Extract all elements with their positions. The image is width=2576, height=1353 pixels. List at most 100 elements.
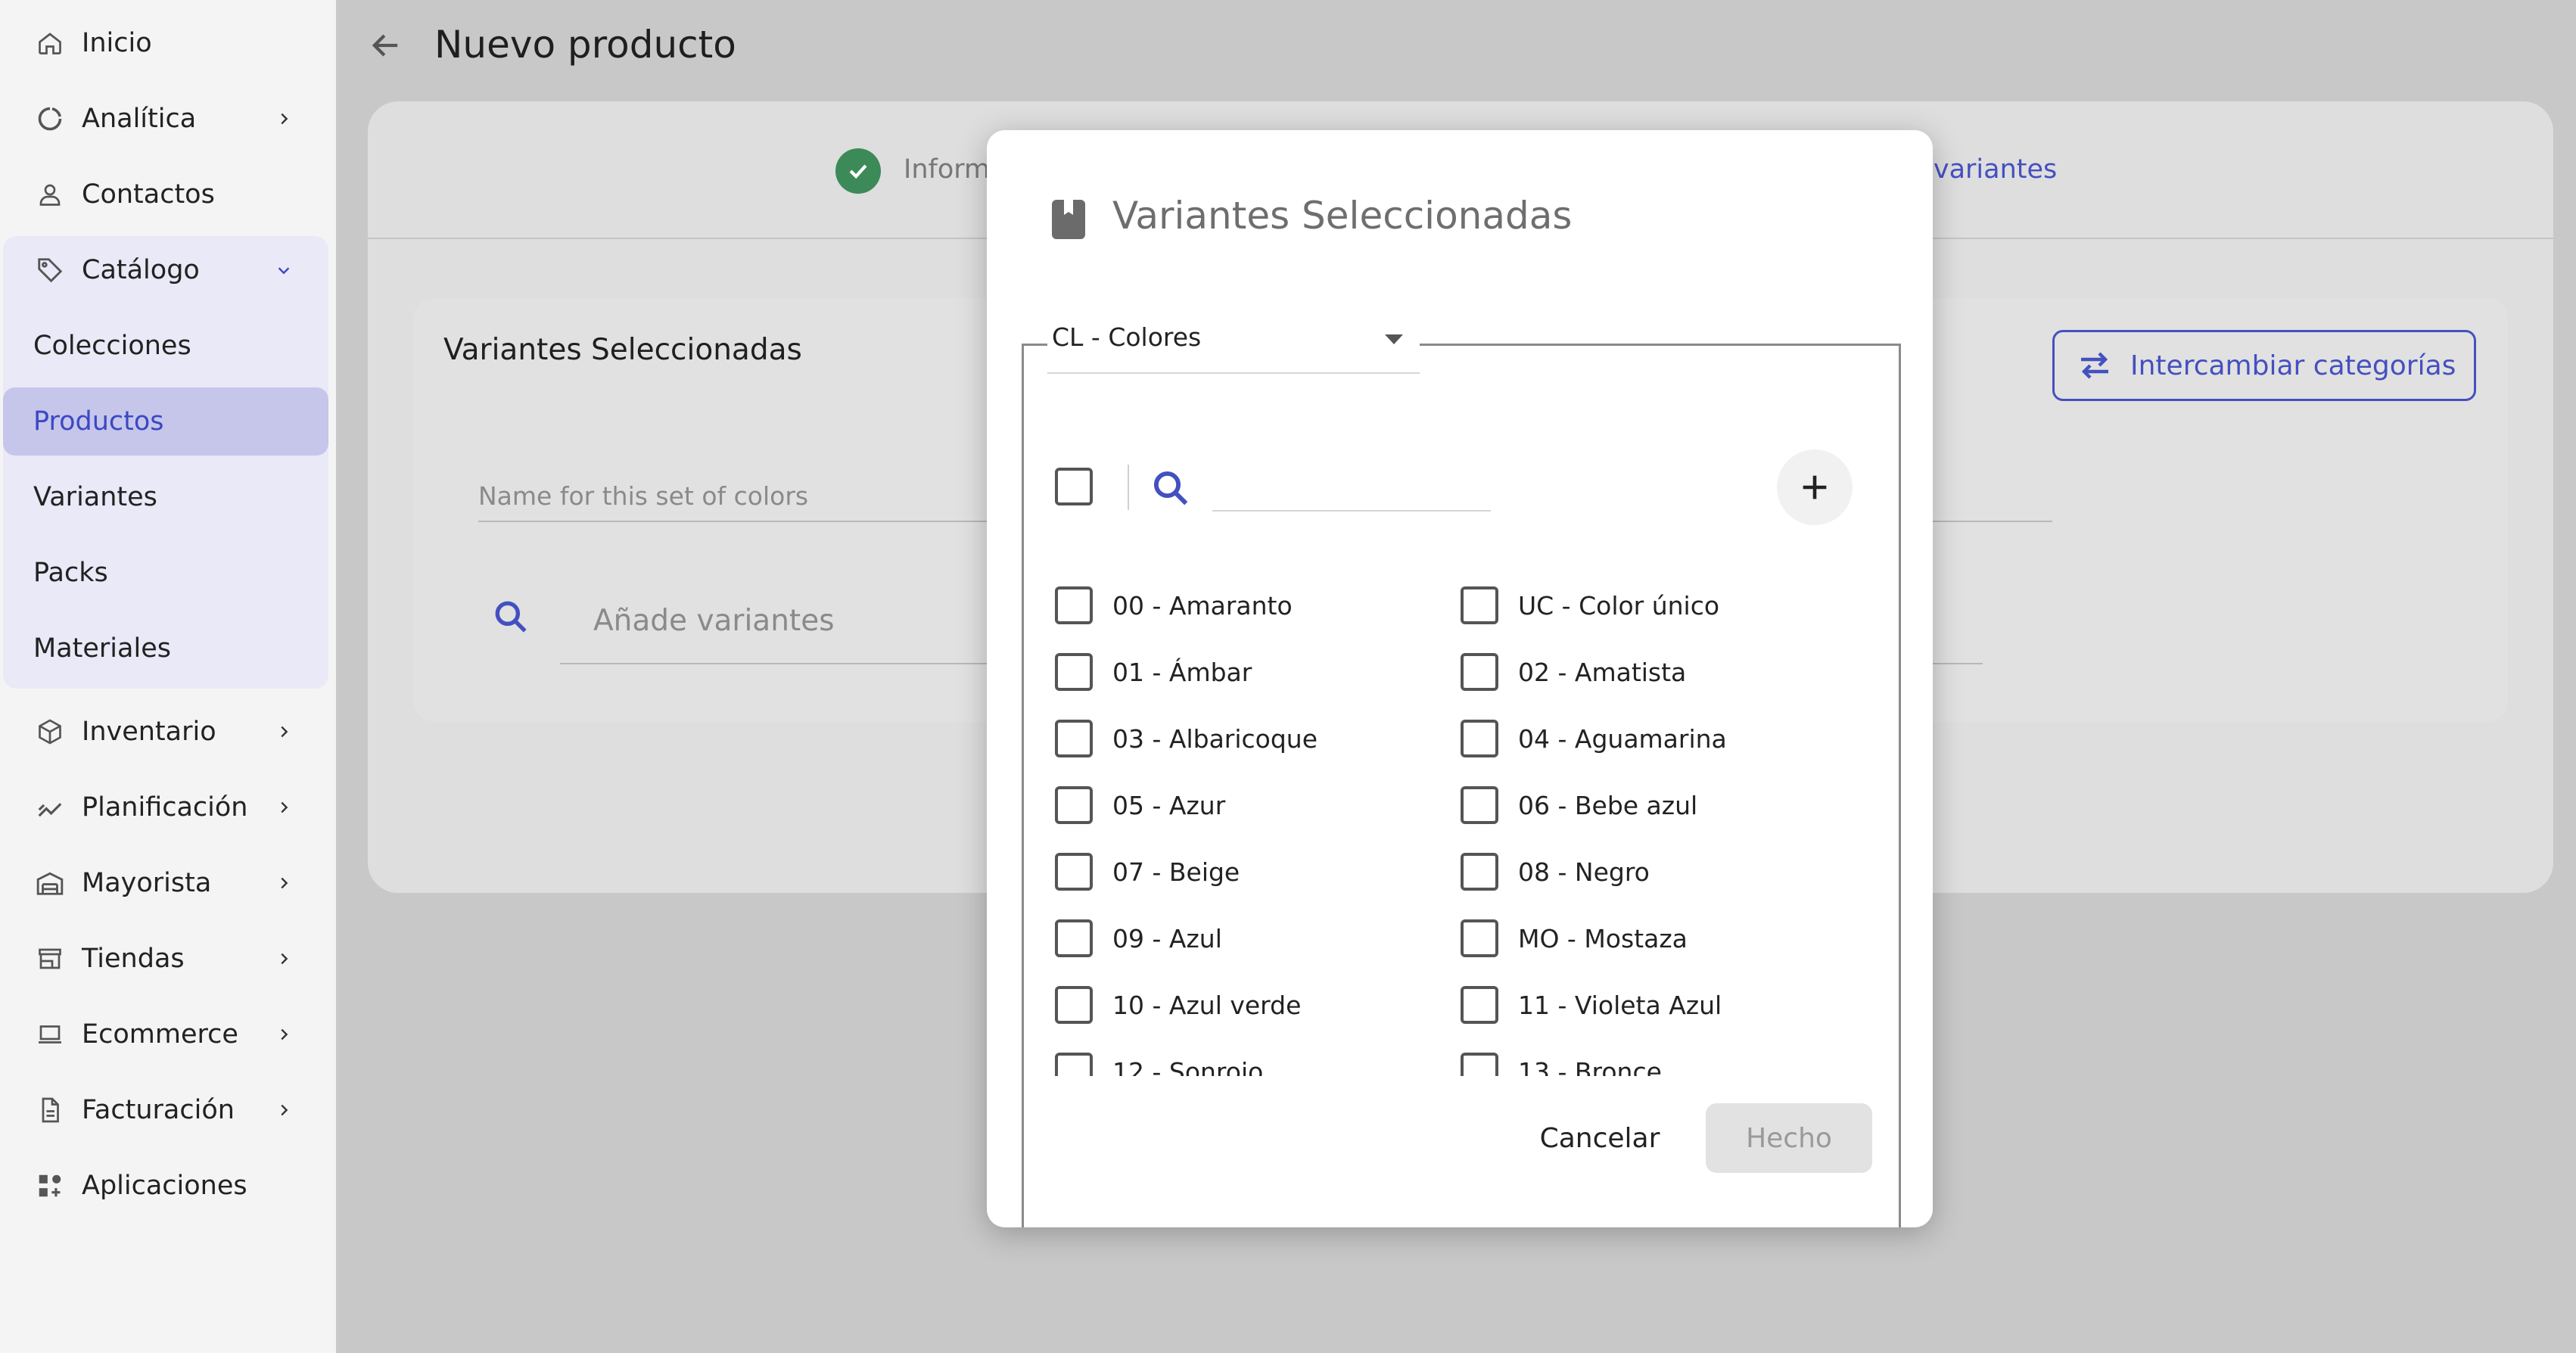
checkbox[interactable]	[1055, 786, 1093, 824]
sidebar-item-label: Aplicaciones	[82, 1171, 247, 1201]
checkbox[interactable]	[1055, 919, 1093, 957]
variant-option[interactable]: 05 - Azur	[1055, 784, 1225, 826]
cancel-button[interactable]: Cancelar	[1517, 1103, 1683, 1173]
sidebar-item-label: Tiendas	[82, 944, 185, 974]
checkbox[interactable]	[1055, 653, 1093, 691]
variant-option[interactable]: 13 - Bronce	[1461, 1050, 1662, 1076]
sidebar-item-label: Inventario	[82, 717, 216, 747]
variant-option[interactable]: MO - Mostaza	[1461, 917, 1688, 960]
dialog-title: Variantes Seleccionadas	[1112, 194, 1573, 238]
variant-option[interactable]: 00 - Amaranto	[1055, 584, 1293, 627]
sidebar-item-label: Analítica	[82, 104, 197, 134]
tag-icon	[33, 253, 67, 287]
checkbox[interactable]	[1055, 586, 1093, 624]
chevron-right-icon	[272, 107, 295, 130]
variant-option[interactable]: 02 - Amatista	[1461, 651, 1686, 693]
add-variant-button[interactable]	[1777, 449, 1853, 525]
sidebar-item-ecommerce[interactable]: Ecommerce	[0, 1000, 336, 1068]
chevron-right-icon	[272, 720, 295, 743]
chevron-right-icon	[272, 1099, 295, 1121]
swap-categories-label: Intercambiar categorías	[2130, 350, 2456, 381]
swap-categories-button[interactable]: Intercambiar categorías	[2052, 330, 2476, 401]
checkbox[interactable]	[1055, 1053, 1093, 1076]
sidebar-item-label: Mayorista	[82, 868, 212, 898]
back-arrow-icon[interactable]	[366, 26, 406, 65]
sidebar-item-label: Catálogo	[82, 255, 200, 285]
swap-arrows-icon	[2076, 350, 2114, 381]
person-icon	[33, 178, 67, 211]
variant-option[interactable]: 04 - Aguamarina	[1461, 717, 1727, 760]
checkbox[interactable]	[1461, 586, 1498, 624]
variant-option[interactable]: 01 - Ámbar	[1055, 651, 1252, 693]
checkbox[interactable]	[1461, 986, 1498, 1024]
checkbox[interactable]	[1461, 720, 1498, 757]
apps-icon	[33, 1169, 67, 1202]
checkbox[interactable]	[1055, 720, 1093, 757]
chevron-right-icon	[272, 947, 295, 970]
variant-option[interactable]: 12 - Sonrojo	[1055, 1050, 1263, 1076]
page-title: Nuevo producto	[434, 23, 736, 67]
variants-card-title: Variantes Seleccionadas	[443, 333, 802, 367]
analytics-icon	[33, 102, 67, 135]
sidebar-item-label: Ecommerce	[82, 1019, 238, 1050]
sidebar-item-catalogo[interactable]: Catálogo	[0, 236, 336, 304]
document-icon	[33, 1093, 67, 1127]
sidebar-subitem-productos[interactable]: Productos	[3, 387, 328, 456]
warehouse-icon	[33, 866, 67, 900]
sidebar-item-label: Contactos	[82, 179, 215, 210]
variant-search-input[interactable]	[1212, 463, 1491, 512]
sidebar-item-contactos[interactable]: Contactos	[0, 160, 336, 229]
home-icon	[33, 26, 67, 60]
stepper-step-1-label[interactable]: Inform	[904, 154, 990, 185]
sidebar-item-planificacion[interactable]: Planificación	[0, 773, 336, 841]
sidebar-item-tiendas[interactable]: Tiendas	[0, 925, 336, 993]
select-all-checkbox[interactable]	[1055, 468, 1093, 505]
variant-option[interactable]: 08 - Negro	[1461, 851, 1650, 893]
sidebar-subitem-variantes[interactable]: Variantes	[3, 463, 328, 531]
sidebar-item-facturacion[interactable]: Facturación	[0, 1076, 336, 1144]
sidebar-item-inventario[interactable]: Inventario	[0, 698, 336, 766]
sidebar-item-label: Facturación	[82, 1095, 235, 1125]
checkbox[interactable]	[1055, 986, 1093, 1024]
variant-option[interactable]: 09 - Azul	[1055, 917, 1222, 960]
variant-option[interactable]: 06 - Bebe azul	[1461, 784, 1697, 826]
variant-option[interactable]: 11 - Violeta Azul	[1461, 984, 1722, 1026]
sidebar-item-aplicaciones[interactable]: Aplicaciones	[0, 1152, 336, 1220]
chevron-right-icon	[272, 796, 295, 819]
sidebar-item-label: Inicio	[82, 28, 152, 58]
sidebar: Inicio Analítica Contactos Catálogo Cole…	[0, 0, 336, 1353]
done-button[interactable]: Hecho	[1706, 1103, 1872, 1173]
category-select-value: CL - Colores	[1052, 322, 1202, 352]
variant-option[interactable]: 07 - Beige	[1055, 851, 1240, 893]
checkbox[interactable]	[1461, 653, 1498, 691]
book-icon	[1052, 200, 1085, 239]
variant-option[interactable]: UC - Color único	[1461, 584, 1719, 627]
checkbox[interactable]	[1461, 853, 1498, 891]
chevron-right-icon	[272, 872, 295, 894]
variant-option[interactable]: 10 - Azul verde	[1055, 984, 1301, 1026]
sidebar-item-inicio[interactable]: Inicio	[0, 9, 336, 77]
sidebar-item-mayorista[interactable]: Mayorista	[0, 849, 336, 917]
checkbox[interactable]	[1461, 1053, 1498, 1076]
sidebar-item-label: Planificación	[82, 792, 248, 823]
sidebar-subitem-packs[interactable]: Packs	[3, 539, 328, 607]
variant-options-list: 00 - Amaranto 01 - Ámbar 03 - Albaricoqu…	[1025, 572, 1895, 1076]
sidebar-subitem-colecciones[interactable]: Colecciones	[3, 312, 328, 380]
category-select[interactable]: CL - Colores	[1047, 312, 1420, 374]
box-icon	[33, 715, 67, 748]
search-icon	[1150, 468, 1191, 509]
checkbox[interactable]	[1461, 786, 1498, 824]
sidebar-subitem-materiales[interactable]: Materiales	[3, 614, 328, 683]
sidebar-item-analitica[interactable]: Analítica	[0, 85, 336, 153]
checkbox[interactable]	[1461, 919, 1498, 957]
chevron-right-icon	[272, 1023, 295, 1046]
store-icon	[33, 942, 67, 975]
check-icon	[835, 148, 881, 194]
caret-down-icon	[1385, 334, 1403, 344]
divider	[1128, 465, 1129, 510]
chevron-down-icon	[272, 259, 295, 281]
search-icon	[492, 598, 530, 636]
checkbox[interactable]	[1055, 853, 1093, 891]
trend-icon	[33, 791, 67, 824]
variant-option[interactable]: 03 - Albaricoque	[1055, 717, 1318, 760]
